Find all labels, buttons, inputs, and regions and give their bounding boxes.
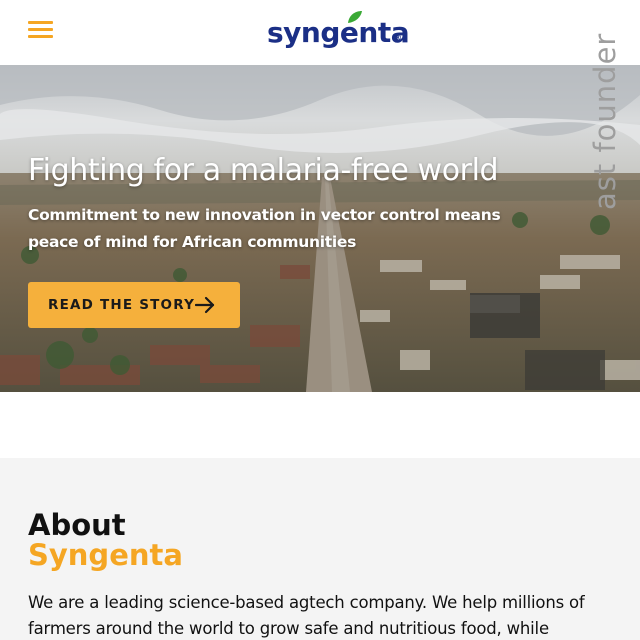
about-heading-brand: Syngenta bbox=[28, 538, 183, 572]
vertical-side-text: ast founder bbox=[588, 32, 622, 210]
about-body-text: We are a leading science-based agtech co… bbox=[28, 593, 585, 638]
registered-mark: ® bbox=[394, 33, 402, 42]
read-the-story-button[interactable]: READ THE STORY bbox=[28, 282, 240, 328]
cta-label: READ THE STORY bbox=[48, 297, 196, 313]
hero-title: Fighting for a malaria-free world bbox=[28, 153, 499, 188]
menu-bar bbox=[28, 35, 53, 38]
menu-bar bbox=[28, 21, 53, 24]
syngenta-logo[interactable]: syngenta ® bbox=[267, 10, 410, 54]
hero-banner: Fighting for a malaria-free world Commit… bbox=[0, 65, 640, 392]
about-section: About Syngenta We are a leading science-… bbox=[0, 458, 640, 640]
logo-wordmark: syngenta bbox=[267, 16, 410, 49]
arrow-right-icon bbox=[195, 296, 215, 314]
site-header: syngenta ® bbox=[0, 0, 640, 65]
about-heading: About bbox=[28, 508, 126, 542]
menu-bar bbox=[28, 28, 53, 31]
hamburger-menu-icon[interactable] bbox=[28, 21, 53, 38]
hero-subtitle: Commitment to new innovation in vector c… bbox=[28, 206, 501, 251]
